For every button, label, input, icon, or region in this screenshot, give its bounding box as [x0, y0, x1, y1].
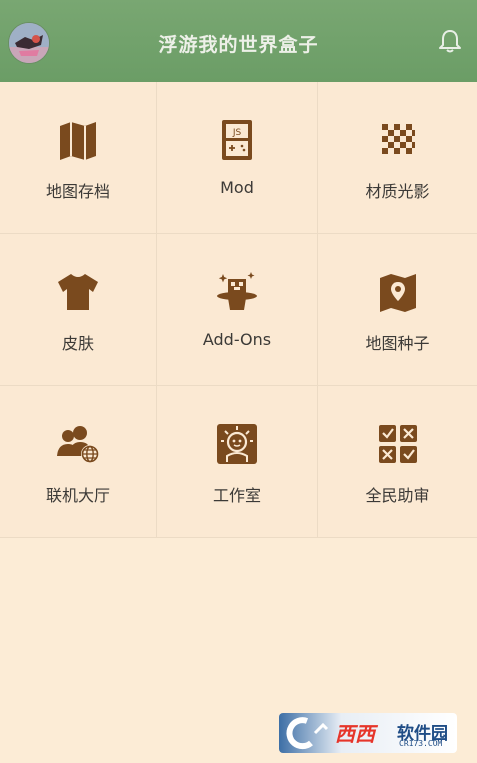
grid-item-label: 材质光影	[365, 182, 430, 201]
grid-item-label: 皮肤	[61, 334, 94, 353]
map-icon	[60, 122, 96, 160]
shirt-icon	[58, 274, 98, 310]
feature-grid: 地图存档 JS Mod 材质光影 皮肤 Add-Ons 地图种子 联机大厅 工作…	[0, 82, 477, 538]
grid-item-online-lobby[interactable]: 联机大厅	[0, 386, 157, 538]
grid-item-addons[interactable]: Add-Ons	[157, 234, 318, 386]
grid-item-label: Mod	[220, 178, 254, 197]
grid-item-texture-shader[interactable]: 材质光影	[318, 82, 477, 234]
js-device-icon: JS	[222, 120, 252, 160]
watermark-logo: 西西 软件园 CR173.COM	[279, 713, 457, 753]
grid-item-map-archive[interactable]: 地图存档	[0, 82, 157, 234]
grid-item-community-review[interactable]: 全民助审	[318, 386, 477, 538]
grid-item-label: 地图种子	[365, 334, 430, 353]
grid-item-skins[interactable]: 皮肤	[0, 234, 157, 386]
grid-item-label: 联机大厅	[45, 486, 110, 505]
grid-item-label: 地图存档	[45, 182, 110, 201]
people-globe-icon	[57, 426, 99, 463]
checkerboard-icon	[381, 124, 415, 154]
grid-item-label: 全民助审	[365, 486, 430, 505]
watermark-emblem-icon	[286, 717, 329, 750]
map-pin-icon	[379, 274, 416, 312]
grid-item-label: Add-Ons	[202, 330, 272, 349]
app-title: 浮游我的世界盒子	[158, 34, 319, 56]
magic-hat-icon	[217, 272, 257, 310]
svg-text:JS: JS	[232, 128, 242, 138]
watermark-url: CR173.COM	[399, 739, 443, 748]
grid-item-studio[interactable]: 工作室	[157, 386, 318, 538]
grid-item-label: 工作室	[212, 486, 261, 505]
app-header: 浮游我的世界盒子	[0, 0, 477, 82]
grid-item-map-seeds[interactable]: 地图种子	[318, 234, 477, 386]
grid-item-mod[interactable]: JS Mod	[157, 82, 318, 234]
bell-icon[interactable]	[438, 28, 462, 54]
studio-icon	[217, 424, 257, 464]
review-checks-icon	[378, 425, 417, 463]
watermark-brand: 西西	[335, 722, 375, 746]
